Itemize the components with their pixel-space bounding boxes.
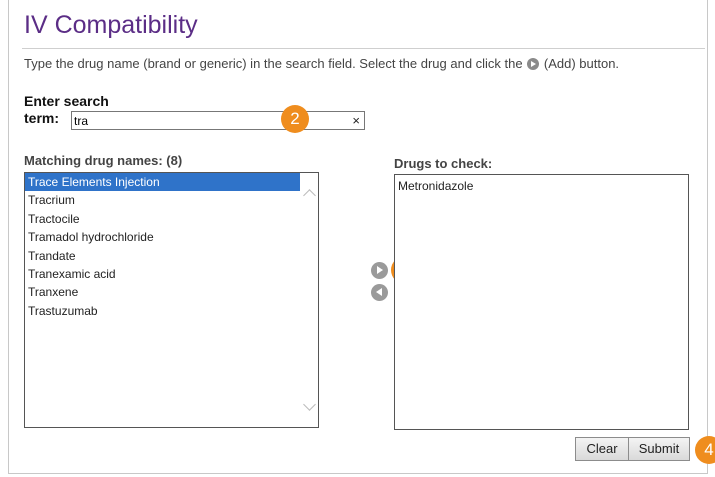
instructions-part-2: (Add) button. xyxy=(543,56,620,71)
matching-label: Matching drug names: (8) xyxy=(24,153,183,168)
list-item[interactable]: Tracrium xyxy=(25,191,300,209)
list-item[interactable]: Metronidazole xyxy=(395,175,688,193)
list-item[interactable]: Tramadol hydrochloride xyxy=(25,228,300,246)
scroll-up-icon[interactable] xyxy=(303,189,316,202)
list-item[interactable]: Trace Elements Injection xyxy=(25,173,300,192)
scroll-down-icon[interactable] xyxy=(303,398,316,411)
list-item[interactable]: Tractocile xyxy=(25,210,300,228)
check-label: Drugs to check: xyxy=(394,156,493,171)
list-item[interactable]: Tranexamic acid xyxy=(25,265,300,283)
instructions-part-1: Type the drug name (brand or generic) in… xyxy=(24,56,523,71)
title-divider xyxy=(22,48,705,49)
matching-list[interactable]: Trace Elements Injection Tracrium Tracto… xyxy=(24,172,319,428)
search-field[interactable]: × xyxy=(71,111,365,130)
step-badge-2: 2 xyxy=(281,105,309,133)
page-title: IV Compatibility xyxy=(24,11,198,39)
drugs-to-check-list[interactable]: Metronidazole xyxy=(394,174,689,430)
remove-drug-button[interactable] xyxy=(371,284,388,301)
clear-button[interactable]: Clear xyxy=(575,437,629,461)
step-badge-4: 4 xyxy=(695,436,715,464)
instructions-text: Type the drug name (brand or generic) in… xyxy=(24,56,619,71)
search-label-line1: Enter search xyxy=(24,93,109,109)
list-item[interactable]: Trastuzumab xyxy=(25,302,300,320)
add-icon-inline xyxy=(527,58,540,70)
submit-button[interactable]: Submit xyxy=(628,437,690,461)
add-drug-button[interactable] xyxy=(371,262,388,279)
list-item[interactable]: Trandate xyxy=(25,247,300,265)
clear-search-icon[interactable]: × xyxy=(352,112,360,129)
list-item[interactable]: Tranxene xyxy=(25,283,300,301)
